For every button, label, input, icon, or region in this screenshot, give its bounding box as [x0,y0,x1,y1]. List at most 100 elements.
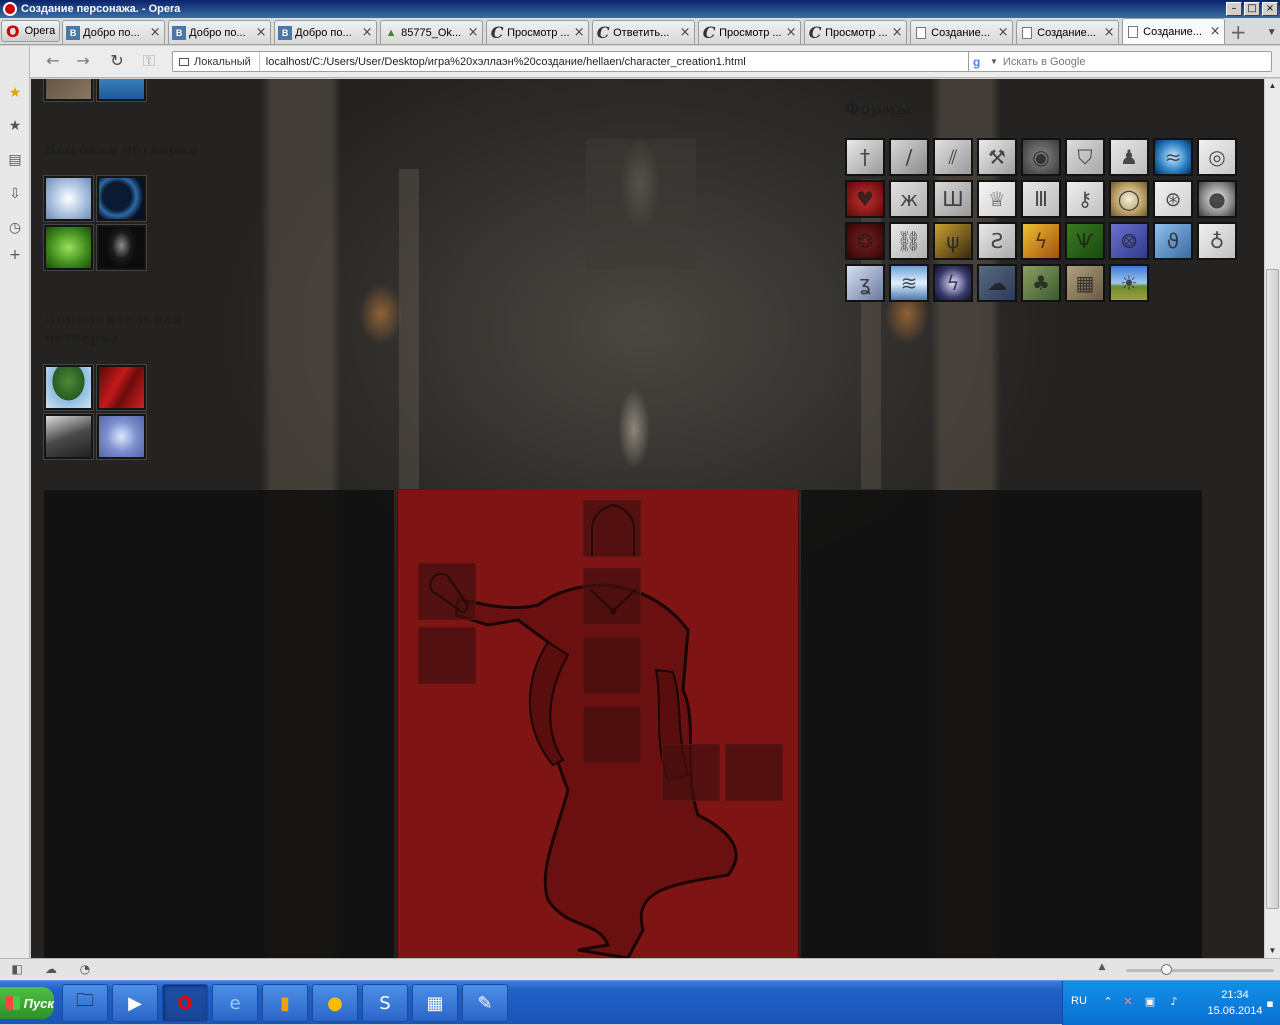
head-slot[interactable] [583,500,641,557]
wings-icon[interactable]: ж [889,180,929,218]
browser-tab[interactable]: С Просмотр ... × [486,20,590,44]
reload-icon[interactable]: ↻ [102,49,132,73]
water-icon[interactable] [97,79,146,101]
downloads-icon[interactable]: ⇩ [6,185,24,203]
opera-unite-icon[interactable]: ☁ [43,962,59,978]
language-indicator[interactable]: RU [1071,995,1087,1007]
arrows-icon[interactable]: ⫽ [933,138,973,176]
scroll-thumb[interactable] [1266,269,1279,909]
network-icon[interactable]: ▣ [1143,995,1157,1009]
browser-tab[interactable]: Создание... × [1122,18,1226,44]
history-icon[interactable]: ◷ [6,219,24,237]
dark-sphere-icon[interactable] [97,176,146,221]
start-button[interactable]: Пуск [0,987,54,1019]
browser-tab[interactable]: В Добро по... × [168,20,272,44]
rune-purple-icon[interactable]: ⨷ [1109,222,1149,260]
tab-menu-button[interactable]: ▼ [1263,22,1280,44]
field-icon[interactable]: ☀ [1109,264,1149,302]
orb-cross-icon[interactable]: ♁ [1197,222,1237,260]
tab-close-icon[interactable]: × [361,25,373,40]
show-desktop-icon[interactable]: ▪ [1263,997,1277,1011]
bark-icon[interactable] [44,79,93,101]
search-engine-dropdown-icon[interactable]: ▼ [990,57,998,66]
browser-tab[interactable]: Создание... × [1016,20,1120,44]
rune-blue-icon[interactable]: ϑ [1153,222,1193,260]
machine-icon[interactable] [44,414,93,459]
media-player-icon[interactable]: ▶ [112,984,158,1022]
clock-date[interactable]: 15.06.2014 [1199,1005,1271,1017]
tray-expand-icon[interactable]: ⌃ [1101,995,1115,1009]
tab-close-icon[interactable]: × [679,25,691,40]
neck-slot[interactable] [583,568,641,625]
tree-icon[interactable] [44,365,93,410]
reaper-icon[interactable] [97,225,146,270]
tab-close-icon[interactable]: × [1103,25,1115,40]
speed-dial-star-icon[interactable]: ★ [6,84,24,102]
minimize-button[interactable]: – [1226,2,1242,16]
browser-tab[interactable]: ▲ 85775_Ok... × [380,20,484,44]
sword-icon[interactable]: † [845,138,885,176]
calculator-icon[interactable]: ▦ [412,984,458,1022]
legs-slot[interactable] [662,744,720,801]
circle-runes-icon[interactable]: ⊛ [1153,180,1193,218]
tab-close-icon[interactable]: × [997,25,1009,40]
tab-close-icon[interactable]: × [573,25,585,40]
rune-green-icon[interactable]: Ѱ [1065,222,1105,260]
shield-icon[interactable]: ◉ [1021,138,1061,176]
light-icon[interactable] [44,176,93,221]
forward-icon[interactable]: → [68,49,98,73]
browser-tab[interactable]: В Добро по... × [62,20,166,44]
internet-explorer-icon[interactable]: e [212,984,258,1022]
archive-icon[interactable]: ▮ [262,984,308,1022]
zoom-slider[interactable] [1126,969,1274,972]
leaf-icon[interactable] [44,225,93,270]
close-button[interactable]: × [1262,2,1278,16]
search-field[interactable]: g ▼ Искать в Google [968,51,1272,72]
crown-icon[interactable]: ♕ [977,180,1017,218]
security-badge[interactable]: Локальный [173,52,260,71]
browser-tab[interactable]: В Добро по... × [274,20,378,44]
belt-slot[interactable] [583,706,641,763]
back-icon[interactable]: ← [38,49,68,73]
tab-close-icon[interactable]: × [785,25,797,40]
tab-close-icon[interactable]: × [255,25,267,40]
forest-icon[interactable]: ♣ [1021,264,1061,302]
zoom-menu-icon[interactable]: ▲ [1094,962,1110,978]
zoom-knob[interactable] [1161,964,1172,975]
heart-icon[interactable]: ♥ [845,180,885,218]
body-icon[interactable]: ♟ [1109,138,1149,176]
energy-icon[interactable]: ≈ [1153,138,1193,176]
spiral-icon[interactable]: ʓ [845,264,885,302]
spear-icon[interactable]: / [889,138,929,176]
browser-tab[interactable]: Создание... × [910,20,1014,44]
rune-gold-icon[interactable]: ψ [933,222,973,260]
key-icon[interactable]: ⚷ [1065,180,1105,218]
claws-icon[interactable]: Ш [933,180,973,218]
tab-close-icon[interactable]: × [149,25,161,40]
body-slot[interactable] [583,637,641,694]
wall-icon[interactable]: ▦ [1065,264,1105,302]
bookmarks-icon[interactable]: ★ [6,117,24,135]
red-cloth-icon[interactable] [97,365,146,410]
clock-time[interactable]: 21:34 [1209,989,1261,1001]
weapon-slot[interactable] [418,563,476,620]
vertical-scrollbar[interactable]: ▲ ▼ [1264,79,1280,958]
offhand-slot[interactable] [725,744,783,801]
panel-toggle-icon[interactable]: ◧ [9,962,25,978]
seal-icon[interactable]: ❂ [845,222,885,260]
scroll-up-icon[interactable]: ▲ [1265,79,1280,93]
rune-dark-icon[interactable]: Ƨ [977,222,1017,260]
skype-icon[interactable]: S [362,984,408,1022]
waterfall-icon[interactable]: ≋ [889,264,929,302]
explorer-folder-icon[interactable]: 🗀 [62,984,108,1022]
storm-icon[interactable]: ☁ [977,264,1017,302]
gate-icon[interactable]: Ⅲ [1021,180,1061,218]
browser-tab[interactable]: С Просмотр ... × [698,20,802,44]
notes-icon[interactable]: ▤ [6,151,24,169]
lightning-icon[interactable]: ϟ [933,264,973,302]
volume-icon[interactable]: ♪ [1167,995,1181,1009]
turbo-icon[interactable]: ◔ [77,962,93,978]
notepad-plus-icon[interactable]: ✎ [462,984,508,1022]
hands-slot[interactable] [418,627,476,684]
crystal-ball-icon[interactable]: ● [1197,180,1237,218]
